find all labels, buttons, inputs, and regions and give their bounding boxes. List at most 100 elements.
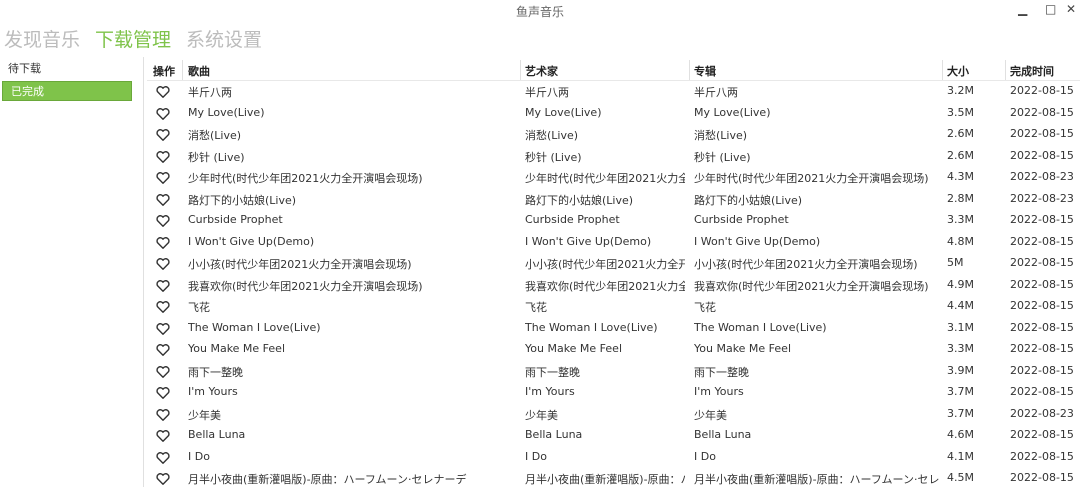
heart-icon[interactable] [156, 279, 170, 293]
album-cell: 半斤八两 [694, 86, 738, 99]
date-cell: 2022-08-15 [1010, 449, 1074, 463]
table-row[interactable]: 消愁(Live) 消愁(Live) 消愁(Live) 2.6M 2022-08-15 [147, 124, 1080, 146]
artist-cell: 我喜欢你(时代少年团2021火力全开 [525, 279, 685, 293]
date-cell: 2022-08-15 [1010, 363, 1074, 377]
heart-icon[interactable] [156, 107, 170, 121]
song-cell: 雨下一整晚 [188, 365, 243, 379]
heart-icon[interactable] [156, 451, 170, 465]
table-row[interactable]: 少年美 少年美 少年美 3.7M 2022-08-23 [147, 404, 1080, 426]
table-row[interactable]: 月半小夜曲(重新灌唱版)-原曲：ハーフムーン·セレナーデ 月半小夜曲(重新灌唱版)… [147, 468, 1080, 490]
column-header-date[interactable]: 完成时间 [1010, 63, 1054, 79]
heart-icon[interactable] [156, 365, 170, 379]
song-cell: 半斤八两 [188, 86, 232, 99]
date-cell: 2022-08-15 [1010, 299, 1074, 312]
table-row[interactable]: 小小孩(时代少年团2021火力全开演唱会现场) 小小孩(时代少年团2021火力全开… [147, 253, 1080, 275]
table-row[interactable]: I Won't Give Up(Demo) I Won't Give Up(Dem… [147, 232, 1080, 254]
heart-icon[interactable] [156, 85, 170, 99]
heart-icon[interactable] [156, 193, 170, 207]
size-cell: 3.1M [947, 320, 974, 334]
downloads-table: 操作 歌曲 艺术家 专辑 大小 完成时间 半斤八两 半斤八两 半斤八两 3.2M 202… [147, 60, 1080, 490]
album-cell: 少年美 [694, 408, 727, 422]
heart-icon[interactable] [156, 408, 170, 422]
maximize-button[interactable]: □ [1045, 2, 1056, 16]
artist-cell: My Love(Live) [525, 105, 602, 119]
column-divider[interactable] [689, 60, 690, 80]
artist-cell: I Won't Give Up(Demo) [525, 234, 652, 248]
date-cell: 2022-08-23 [1010, 406, 1074, 420]
date-cell: 2022-08-15 [1010, 428, 1074, 441]
table-row[interactable]: I'm Yours I'm Yours I'm Yours 3.7M 2022-08-1… [147, 382, 1080, 404]
album-cell: 月半小夜曲(重新灌唱版)-原曲：ハーフムーン·セレナーデ [694, 473, 939, 486]
album-cell: 消愁(Live) [694, 129, 748, 142]
table-row[interactable]: Bella Luna Bella Luna Bella Luna 4.6M 2022-0… [147, 425, 1080, 447]
tab-discover-music[interactable]: 发现音乐 [4, 27, 80, 53]
artist-cell: 雨下一整晚 [525, 365, 580, 379]
window-title: 鱼声音乐 [515, 5, 564, 19]
column-divider[interactable] [1005, 60, 1006, 80]
album-cell: 雨下一整晚 [694, 365, 749, 379]
artist-cell: 小小孩(时代少年团2021火力全开演 [525, 258, 685, 271]
table-row[interactable]: 半斤八两 半斤八两 半斤八两 3.2M 2022-08-15 [147, 81, 1080, 103]
close-button[interactable]: ✕ [1066, 2, 1076, 16]
minimize-button[interactable]: ▁ [1018, 2, 1027, 16]
table-row[interactable]: 雨下一整晚 雨下一整晚 雨下一整晚 3.9M 2022-08-15 [147, 361, 1080, 383]
table-row[interactable]: The Woman I Love(Live) The Woman I Love(L… [147, 318, 1080, 340]
table-row[interactable]: 少年时代(时代少年团2021火力全开演唱会现场) 少年时代(时代少年团2021火力… [147, 167, 1080, 189]
table-row[interactable]: I Do I Do I Do 4.1M 2022-08-15 [147, 447, 1080, 469]
sidebar-item-pending[interactable]: 待下载 [0, 59, 139, 79]
column-header-action[interactable]: 操作 [153, 63, 175, 79]
tab-system-settings[interactable]: 系统设置 [186, 27, 262, 53]
song-cell: 小小孩(时代少年团2021火力全开演唱会现场) [188, 258, 412, 271]
size-cell: 2.6M [947, 148, 974, 162]
heart-icon[interactable] [156, 214, 170, 228]
date-cell: 2022-08-15 [1010, 148, 1074, 162]
heart-icon[interactable] [156, 322, 170, 336]
column-header-song[interactable]: 歌曲 [188, 63, 210, 79]
heart-icon[interactable] [156, 300, 170, 314]
song-cell: My Love(Live) [188, 105, 265, 119]
column-divider[interactable] [520, 60, 521, 80]
column-divider[interactable] [182, 60, 183, 80]
heart-icon[interactable] [156, 386, 170, 400]
column-header-artist[interactable]: 艺术家 [525, 63, 558, 79]
column-divider[interactable] [942, 60, 943, 80]
table-row[interactable]: Curbside Prophet Curbside Prophet Curbside… [147, 210, 1080, 232]
top-nav: 发现音乐 下载管理 系统设置 [4, 27, 262, 53]
size-cell: 3.3M [947, 342, 974, 355]
album-cell: Bella Luna [694, 428, 752, 441]
date-cell: 2022-08-15 [1010, 84, 1074, 97]
table-row[interactable]: 秒针 (Live) 秒针 (Live) 秒针 (Live) 2.6M 2022-08-1… [147, 146, 1080, 168]
album-cell: I Do [694, 449, 716, 463]
song-cell: 月半小夜曲(重新灌唱版)-原曲：ハーフムーン·セレナーデ [188, 473, 467, 486]
song-cell: You Make Me Feel [188, 342, 286, 355]
song-cell: Curbside Prophet [188, 213, 283, 226]
heart-icon[interactable] [156, 429, 170, 443]
heart-icon[interactable] [156, 343, 170, 357]
column-header-size[interactable]: 大小 [947, 63, 969, 79]
album-cell: I Won't Give Up(Demo) [694, 234, 821, 248]
song-cell: The Woman I Love(Live) [188, 320, 321, 334]
size-cell: 3.2M [947, 84, 974, 97]
artist-cell: 飞花 [525, 301, 547, 314]
heart-icon[interactable] [156, 236, 170, 250]
table-row[interactable]: 我喜欢你(时代少年团2021火力全开演唱会现场) 我喜欢你(时代少年团2021火力… [147, 275, 1080, 297]
column-header-album[interactable]: 专辑 [694, 63, 716, 79]
date-cell: 2022-08-23 [1010, 191, 1074, 205]
heart-icon[interactable] [156, 128, 170, 142]
sidebar-item-completed[interactable]: 已完成 [2, 81, 132, 101]
heart-icon[interactable] [156, 472, 170, 486]
table-row[interactable]: 飞花 飞花 飞花 4.4M 2022-08-15 [147, 296, 1080, 318]
size-cell: 4.9M [947, 277, 974, 291]
table-row[interactable]: My Love(Live) My Love(Live) My Love(Live) 3… [147, 103, 1080, 125]
album-cell: Curbside Prophet [694, 213, 789, 226]
artist-cell: The Woman I Love(Live) [525, 320, 658, 334]
size-cell: 4.6M [947, 428, 974, 441]
size-cell: 4.4M [947, 299, 974, 312]
song-cell: 路灯下的小姑娘(Live) [188, 193, 297, 207]
table-row[interactable]: You Make Me Feel You Make Me Feel You Make… [147, 339, 1080, 361]
heart-icon[interactable] [156, 171, 170, 185]
tab-download-management[interactable]: 下载管理 [95, 27, 171, 53]
heart-icon[interactable] [156, 150, 170, 164]
table-row[interactable]: 路灯下的小姑娘(Live) 路灯下的小姑娘(Live) 路灯下的小姑娘(Live) 2… [147, 189, 1080, 211]
heart-icon[interactable] [156, 257, 170, 271]
